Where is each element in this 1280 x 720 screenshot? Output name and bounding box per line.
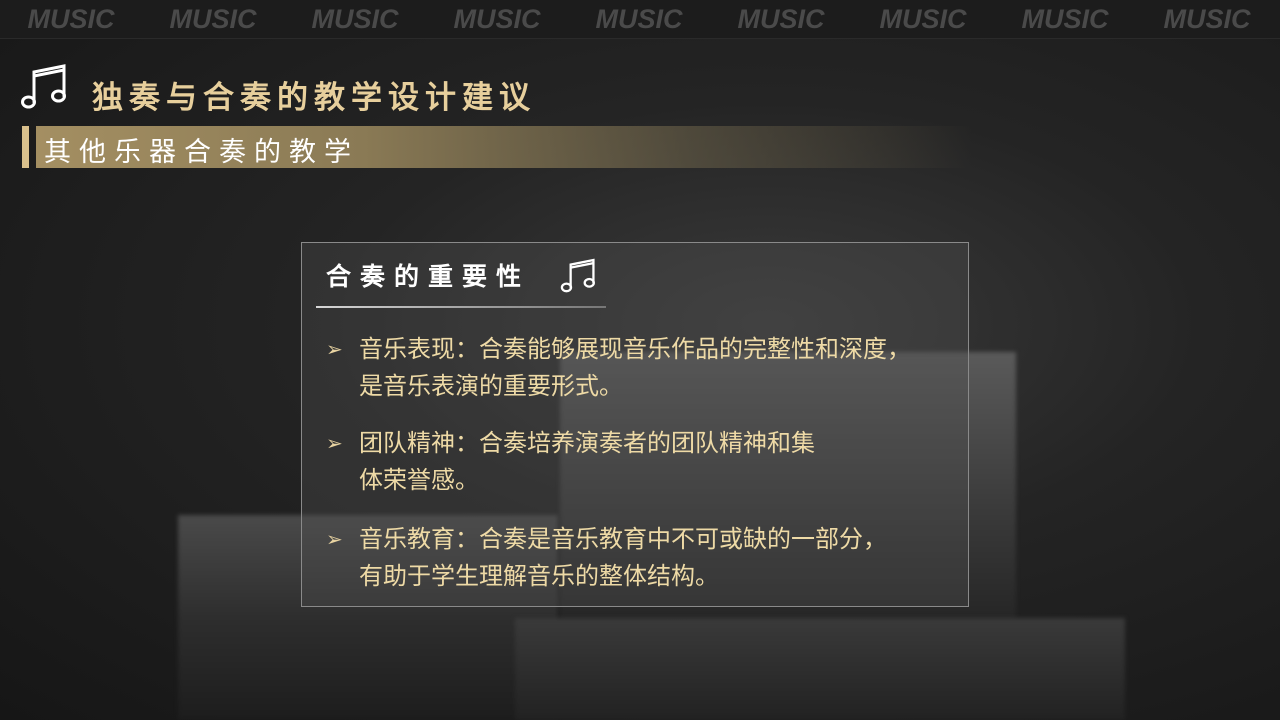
music-note-icon (560, 258, 595, 293)
section-subheader: 其他乐器合奏的教学 (22, 126, 972, 168)
bullet-line: 音乐表现：合奏能够展现音乐作品的完整性和深度， (359, 335, 911, 363)
banner-word: MUSIC (879, 3, 967, 34)
card-title: 合奏的重要性 (326, 262, 531, 291)
bullet-line: 有助于学生理解音乐的整体结构。 (359, 562, 719, 590)
page-title: 独奏与合奏的教学设计建议 (92, 80, 536, 116)
banner-word: MUSIC (595, 3, 683, 34)
arrow-bullet-icon: ➢ (326, 337, 343, 361)
bullet-line: 团队精神：合奏培养演奏者的团队精神和集 (359, 429, 815, 457)
banner-word: MUSIC (1021, 3, 1109, 34)
arrow-bullet-icon: ➢ (326, 527, 343, 551)
banner-word: MUSIC (453, 3, 541, 34)
subheader-text: 其他乐器合奏的教学 (44, 137, 359, 168)
content-card: 合奏的重要性 ➢ 音乐表现：合奏能够展现音乐作品的完整性和深度， 是音乐表演的重… (301, 242, 969, 607)
background-block (515, 618, 1125, 720)
subheader-marker (22, 126, 29, 168)
banner-word: MUSIC (737, 3, 825, 34)
music-banner: MUSIC MUSIC MUSIC MUSIC MUSIC MUSIC MUSI… (0, 0, 1280, 39)
bullet-line: 是音乐表演的重要形式。 (359, 372, 623, 400)
bullet-line: 音乐教育：合奏是音乐教育中不可或缺的一部分， (359, 525, 887, 553)
banner-word: MUSIC (27, 3, 115, 34)
bullet-line: 体荣誉感。 (359, 466, 479, 494)
banner-word: MUSIC (1163, 3, 1251, 34)
title-underline (316, 306, 606, 308)
banner-word: MUSIC (311, 3, 399, 34)
banner-word: MUSIC (169, 3, 257, 34)
arrow-bullet-icon: ➢ (326, 431, 343, 455)
music-note-icon (21, 64, 66, 109)
